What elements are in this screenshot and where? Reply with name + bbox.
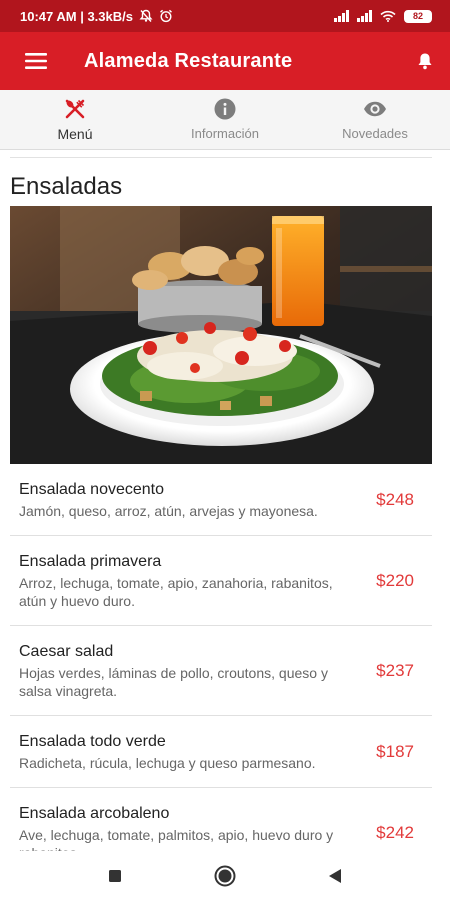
- signal-icon-2: [357, 10, 372, 22]
- menu-item-price: $187: [376, 741, 414, 761]
- status-bar: 10:47 AM | 3.3kB/s 82: [0, 0, 450, 32]
- status-time: 10:47 AM | 3.3kB/s: [20, 8, 133, 24]
- salad-photo: [10, 206, 432, 464]
- menu-item-name: Ensalada arcobaleno: [19, 805, 170, 822]
- menu-item-description: Radicheta, rúcula, lechuga y queso parme…: [19, 755, 316, 771]
- tab-novedades[interactable]: Novedades: [300, 90, 450, 149]
- section-title: Ensaladas: [10, 173, 123, 200]
- tab-menu[interactable]: Menú: [0, 90, 150, 149]
- alarm-icon: [160, 9, 172, 23]
- menu-item[interactable]: Ensalada novecento Jamón, queso, arroz, …: [10, 464, 432, 536]
- menu-item[interactable]: Ensalada arcobaleno Ave, lechuga, tomate…: [10, 788, 432, 851]
- menu-item-name: Ensalada todo verde: [19, 733, 166, 750]
- menu-item-name: Ensalada primavera: [19, 553, 162, 570]
- tab-novedades-label: Novedades: [342, 126, 408, 141]
- menu-item[interactable]: Caesar salad Hojas verdes, láminas de po…: [10, 626, 432, 716]
- menu-item-price: $242: [376, 822, 414, 842]
- menu-item[interactable]: Ensalada todo verde Radicheta, rúcula, l…: [10, 716, 432, 788]
- home-button[interactable]: [205, 856, 245, 896]
- battery-icon: 82: [404, 9, 432, 23]
- square-icon: [109, 869, 121, 882]
- menu-item-price: $237: [376, 660, 414, 680]
- circle-icon: [214, 865, 236, 886]
- menu-item-price: $248: [376, 489, 414, 509]
- hamburger-icon: [25, 53, 47, 69]
- tab-informacion[interactable]: Información: [150, 90, 300, 149]
- back-button[interactable]: [315, 856, 355, 896]
- app-screen: 10:47 AM | 3.3kB/s 82 Alameda Restaurant…: [0, 0, 450, 900]
- menu-item-name: Ensalada novecento: [19, 481, 164, 498]
- info-icon: [214, 98, 236, 120]
- signal-icon: [334, 10, 349, 22]
- eye-icon: [363, 98, 387, 120]
- fork-knife-icon: [64, 98, 86, 120]
- app-title: Alameda Restaurante: [84, 49, 293, 72]
- status-left: 10:47 AM | 3.3kB/s: [20, 9, 173, 24]
- app-bar: Alameda Restaurante: [0, 32, 450, 90]
- hamburger-menu-button[interactable]: [0, 32, 72, 90]
- system-nav-bar: [0, 851, 450, 900]
- tab-menu-label: Menú: [57, 125, 93, 142]
- status-right: 82: [334, 9, 432, 23]
- menu-content[interactable]: Ensaladas Ensalada novecento Jamón, ques…: [0, 151, 450, 851]
- tab-bar: Menú Información Novedades: [0, 90, 450, 150]
- wifi-icon: [380, 10, 396, 22]
- menu-item-description: Hojas verdes, láminas de pollo, croutons…: [19, 665, 328, 699]
- menu-item-description: Arroz, lechuga, tomate, apio, zanahoria,…: [19, 575, 333, 609]
- menu-list: Ensalada novecento Jamón, queso, arroz, …: [10, 464, 432, 851]
- divider: [10, 157, 432, 158]
- notifications-button[interactable]: [400, 32, 450, 90]
- menu-item-price: $220: [376, 570, 414, 590]
- tab-informacion-label: Información: [191, 126, 259, 141]
- muted-bell-icon: [139, 9, 153, 22]
- back-triangle-icon: [329, 868, 341, 883]
- bell-icon: [418, 53, 432, 70]
- menu-item-description: Jamón, queso, arroz, atún, arvejas y may…: [19, 503, 318, 519]
- menu-item[interactable]: Ensalada primavera Arroz, lechuga, tomat…: [10, 536, 432, 626]
- menu-item-name: Caesar salad: [19, 643, 114, 660]
- recents-button[interactable]: [95, 856, 135, 896]
- menu-item-description: Ave, lechuga, tomate, palmitos, apio, hu…: [19, 827, 334, 851]
